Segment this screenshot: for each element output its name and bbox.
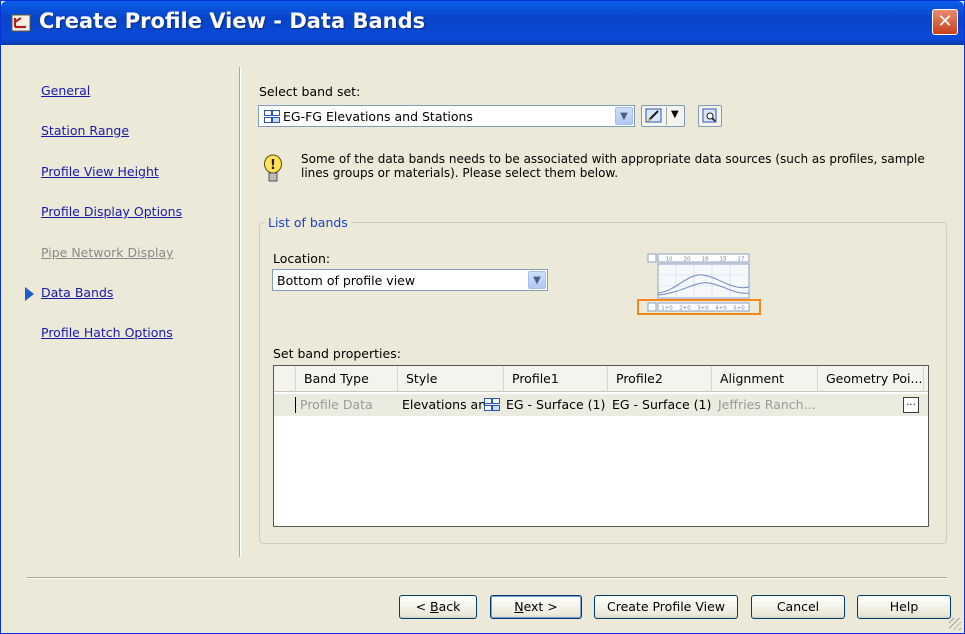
title-bar: Create Profile View - Data Bands ✕ (1, 1, 964, 45)
dialog-window: Create Profile View - Data Bands ✕ Gener… (0, 0, 965, 634)
window-title: Create Profile View - Data Bands (39, 9, 426, 33)
edit-style-icon (645, 108, 662, 123)
nav-link-general[interactable]: General (41, 83, 90, 98)
column-header-style[interactable]: Style (398, 366, 504, 392)
help-button[interactable]: Help (857, 595, 951, 619)
row-selector-header (274, 366, 296, 392)
cell-band-type: Profile Data (300, 397, 373, 412)
app-icon (11, 14, 31, 32)
nav-item-station-range[interactable]: Station Range (41, 123, 129, 138)
next-button-rest: ext > (523, 599, 558, 614)
svg-text:!: ! (270, 158, 276, 173)
column-header-profile1[interactable]: Profile1 (504, 366, 608, 392)
nav-link-profile-display-options[interactable]: Profile Display Options (41, 204, 182, 219)
back-button[interactable]: < Back (399, 595, 477, 619)
nav-item-profile-view-height[interactable]: Profile View Height (41, 164, 159, 179)
nav-item-data-bands[interactable]: Data Bands (41, 285, 113, 300)
magnify-details-icon (702, 108, 717, 123)
location-select[interactable]: Bottom of profile view ▼ (272, 269, 548, 291)
edit-band-set-button[interactable]: ▼ (641, 105, 685, 127)
back-button-rest: ack (438, 599, 461, 614)
geometry-points-button[interactable]: ... (903, 397, 919, 413)
back-button-prefix: < (415, 599, 431, 614)
nav-item-profile-hatch-options[interactable]: Profile Hatch Options (41, 325, 173, 340)
nav-item-general[interactable]: General (41, 83, 90, 98)
column-header-alignment[interactable]: Alignment (712, 366, 818, 392)
band-style-icon[interactable] (484, 398, 500, 411)
band-properties-grid[interactable]: Band Type Style Profile1 Profile2 Alignm… (273, 365, 929, 527)
cell-profile2[interactable]: EG - Surface (1) (608, 394, 714, 416)
band-set-label: Select band set: (259, 84, 361, 99)
vertical-divider (239, 67, 241, 557)
preview-top-label: 15 (720, 257, 727, 263)
preview-bottom-label: 1+0 (661, 306, 673, 312)
preview-bottom-label: 4+0 (715, 306, 727, 312)
menu-arrow-icon: ▼ (671, 109, 679, 120)
back-button-mnemonic: B (430, 599, 439, 614)
info-message: Some of the data bands needs to be assoc… (301, 152, 925, 180)
cell-alignment: Jeffries Ranch... (718, 397, 816, 412)
current-page-arrow-icon (25, 287, 34, 301)
horizontal-divider (27, 577, 947, 579)
column-header-profile2[interactable]: Profile2 (608, 366, 712, 392)
cell-style[interactable]: Elevations and (398, 394, 486, 416)
nav-link-pipe-network-display: Pipe Network Display (41, 245, 174, 260)
set-band-properties-label: Set band properties: (273, 346, 401, 361)
location-label: Location: (273, 251, 331, 266)
preview-bottom-label: 5+0 (733, 306, 745, 312)
next-button[interactable]: Next > (490, 595, 582, 619)
nav-item-profile-display-options[interactable]: Profile Display Options (41, 204, 182, 219)
next-button-mnemonic: N (514, 599, 524, 614)
lightbulb-icon: ! (264, 154, 282, 182)
preview-bottom-label: 3+0 (697, 306, 709, 312)
preview-top-label: 20 (684, 257, 691, 263)
band-set-value: EG-FG Elevations and Stations (283, 109, 473, 124)
preview-top-label: 18 (702, 257, 709, 263)
grid-header: Band Type Style Profile1 Profile2 Alignm… (274, 366, 928, 392)
nav-link-profile-view-height[interactable]: Profile View Height (41, 164, 159, 179)
chevron-down-icon[interactable]: ▼ (528, 271, 546, 289)
create-profile-view-button[interactable]: Create Profile View (594, 595, 738, 619)
cancel-button[interactable]: Cancel (751, 595, 845, 619)
nav-link-station-range[interactable]: Station Range (41, 123, 129, 138)
band-set-select[interactable]: EG-FG Elevations and Stations ▼ (258, 105, 635, 127)
close-button[interactable]: ✕ (932, 9, 958, 35)
cell-profile1[interactable]: EG - Surface (1) (502, 394, 608, 416)
chevron-down-icon[interactable]: ▼ (615, 107, 633, 125)
column-header-geometry-points[interactable]: Geometry Poi... (818, 366, 924, 392)
preview-bottom-label: 2+0 (679, 306, 691, 312)
list-of-bands-title: List of bands (265, 215, 351, 230)
column-header-band-type[interactable]: Band Type (296, 366, 398, 392)
nav-link-data-bands[interactable]: Data Bands (41, 285, 113, 300)
preview-top-label: 10 (666, 257, 673, 263)
preview-band-set-button[interactable] (698, 105, 722, 127)
band-set-icon (264, 110, 280, 123)
location-value: Bottom of profile view (277, 273, 416, 288)
nav-link-profile-hatch-options[interactable]: Profile Hatch Options (41, 325, 173, 340)
table-row[interactable]: Profile Data Elevations and EG - Surface… (274, 394, 928, 416)
preview-top-label: 17 (738, 257, 745, 263)
nav-item-pipe-network-display: Pipe Network Display (41, 245, 174, 260)
band-location-preview: 10 20 18 15 17 1+0 2+0 3+0 4+0 5+0 (637, 253, 761, 315)
resize-grip-icon[interactable] (949, 618, 961, 630)
